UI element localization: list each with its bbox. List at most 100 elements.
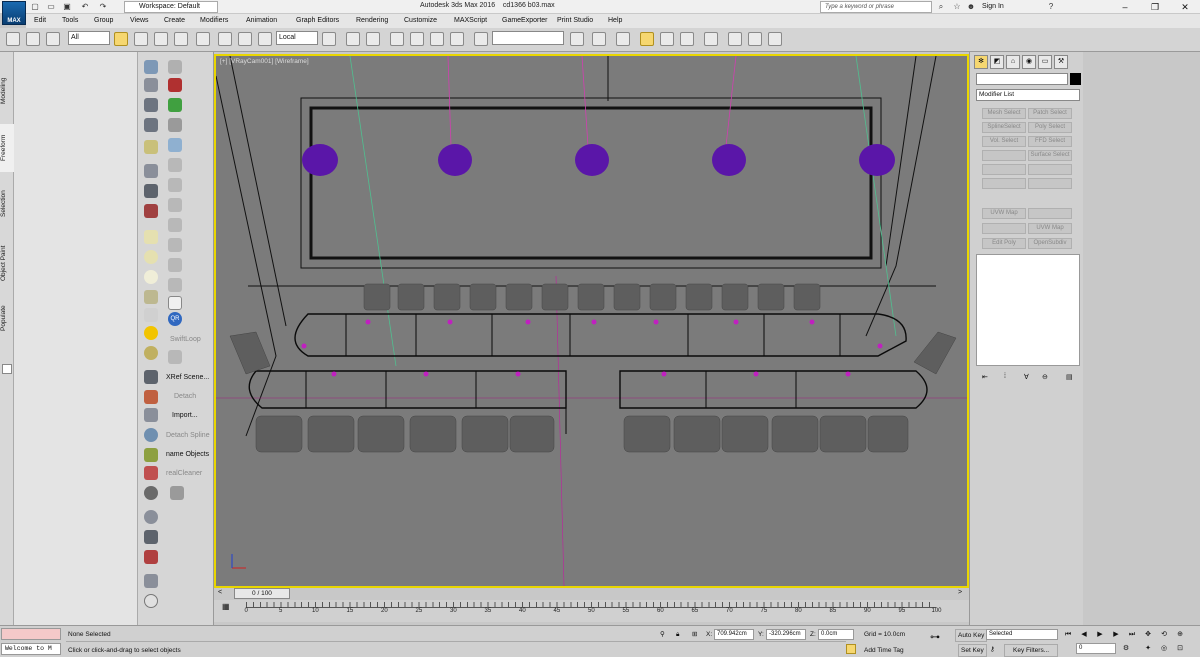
select-object-icon[interactable] [114,32,128,46]
lock-icon[interactable] [170,486,184,500]
select-scale-icon-2[interactable] [258,32,272,46]
detach-icon[interactable] [144,390,158,404]
field-of-view-icon[interactable]: ◎ [1158,643,1170,654]
lock-selection-icon[interactable]: 🔒︎ [676,629,679,640]
tab-modeling[interactable]: Modeling [0,66,14,116]
modifier-button-14[interactable] [1028,208,1072,219]
isolate-icon[interactable]: ⚲ [660,629,665,640]
snaps-toggle-icon[interactable] [390,32,404,46]
reference-coordinate-dropdown[interactable]: Local [276,31,318,45]
prev-frame-icon[interactable]: < [218,589,222,596]
render-setup-icon[interactable] [748,32,762,46]
play-icon[interactable]: ▶ [1094,629,1106,640]
display-tab-icon[interactable]: ▭ [1038,55,1052,69]
xref-icon[interactable] [144,370,158,384]
uvw-map-button-2[interactable]: UVW Map [1028,223,1072,234]
menu-rendering[interactable]: Rendering [356,15,388,27]
workspace-dropdown[interactable]: Workspace: Default [124,1,218,13]
time-slider[interactable]: 0 / 100 < > [214,588,969,600]
object-color-swatch[interactable] [1070,73,1081,85]
new-file-icon[interactable]: ▢ [30,2,40,12]
gear-icon[interactable] [144,164,158,178]
maximize-button[interactable]: ❐ [1140,0,1170,14]
open-file-icon[interactable]: ▭ [46,2,56,12]
tab-object-paint[interactable]: Object Paint [0,238,14,288]
import-button[interactable]: Import... [172,412,198,419]
schematic-view-icon[interactable] [704,32,718,46]
tool-icon-e[interactable] [168,178,182,192]
select-rotate-icon[interactable] [218,32,232,46]
previous-key-icon[interactable]: ◀ [1078,629,1090,640]
orbit-icon[interactable]: ⟲ [1158,629,1170,640]
sun-icon[interactable] [144,326,158,340]
sign-in-link[interactable]: Sign In [982,3,1004,10]
tool-icon-a[interactable] [168,60,182,74]
swiftloop-icon[interactable] [168,350,182,364]
opensubdiv-button[interactable]: OpenSubdiv [1028,238,1072,249]
star-icon[interactable]: ☆ [952,2,962,12]
sphere-primitive-icon[interactable] [144,250,158,264]
tool-icon-g[interactable] [168,218,182,232]
clock-icon[interactable] [144,184,158,198]
modifier-button-12[interactable] [1028,178,1072,189]
bind-space-warp-icon[interactable] [46,32,60,46]
green-tool-icon[interactable] [168,98,182,112]
real-cleaner-button[interactable]: realCleaner [166,470,202,477]
menu-edit[interactable]: Edit [34,15,46,27]
target-icon[interactable] [144,346,158,360]
menu-tools[interactable]: Tools [62,15,78,27]
hat-tool-icon[interactable] [144,290,158,304]
help-circle-icon[interactable] [144,594,158,608]
list-tool-icon[interactable] [144,118,158,132]
menu-views[interactable]: Views [130,15,149,27]
swiftloop-label[interactable]: SwiftLoop [170,336,201,343]
modifier-button-11[interactable] [982,178,1026,189]
mesh-select-button[interactable]: Mesh Select [982,108,1026,119]
ribbon-toggle-icon[interactable] [660,32,674,46]
configure-sets-icon[interactable]: ▤ [1066,373,1073,381]
user-icon[interactable]: ☻ [966,2,976,12]
menu-animation[interactable]: Animation [246,15,277,27]
show-end-result-icon[interactable]: ⁞ [1004,373,1006,380]
absolute-mode-icon[interactable]: ⊞ [692,629,697,640]
zoom-all-icon[interactable]: ⊕ [1174,629,1186,640]
cleaner-icon[interactable] [144,466,158,480]
percent-snap-icon[interactable] [430,32,444,46]
go-to-end-icon[interactable]: ⏭ [1126,629,1138,640]
pan-icon[interactable]: ✥ [1142,629,1154,640]
align-icon[interactable] [592,32,606,46]
surface-select-button[interactable]: Surface Select [1028,150,1072,161]
curve-editor-icon[interactable] [680,32,694,46]
detach-spline-button[interactable]: Detach Spline [166,432,210,439]
select-manipulate-icon[interactable] [346,32,360,46]
select-link-icon[interactable] [6,32,20,46]
display-tool-icon[interactable] [144,78,158,92]
tab-populate[interactable]: Populate [0,296,14,340]
object-name-field[interactable] [976,73,1068,85]
selection-filter-dropdown[interactable]: All [68,31,110,45]
rectangular-selection-icon[interactable] [154,32,168,46]
menu-group[interactable]: Group [94,15,113,27]
paint-tool-icon[interactable] [144,204,158,218]
ribbon-collapse-icon[interactable] [2,364,12,374]
edit-named-selection-icon[interactable] [474,32,488,46]
window-crossing-icon[interactable] [174,32,188,46]
sphere-gray-icon[interactable] [144,510,158,524]
tab-selection[interactable]: Selection [0,180,14,228]
plant-icon[interactable] [144,448,158,462]
undo-icon[interactable]: ↶ [80,2,90,12]
utilities-tab-icon[interactable]: ⚒ [1054,55,1068,69]
color-swatch-icon[interactable] [144,550,158,564]
select-by-name-icon[interactable] [134,32,148,46]
copy-icon[interactable] [144,574,158,588]
minimize-button[interactable]: – [1110,0,1140,14]
viewport-label[interactable]: [+] [VRayCam001] [Wireframe] [220,58,309,65]
pin-stack-icon[interactable]: ⇤ [982,373,988,381]
save-icon[interactable]: ▣ [62,2,72,12]
tool-icon-c[interactable] [168,138,182,152]
search-icon[interactable]: ⌕ [936,2,946,12]
next-key-icon[interactable]: ▶ [1110,629,1122,640]
poly-select-button[interactable]: Poly Select [1028,122,1072,133]
tool-icon-j[interactable] [168,278,182,292]
tool-icon-h[interactable] [168,238,182,252]
